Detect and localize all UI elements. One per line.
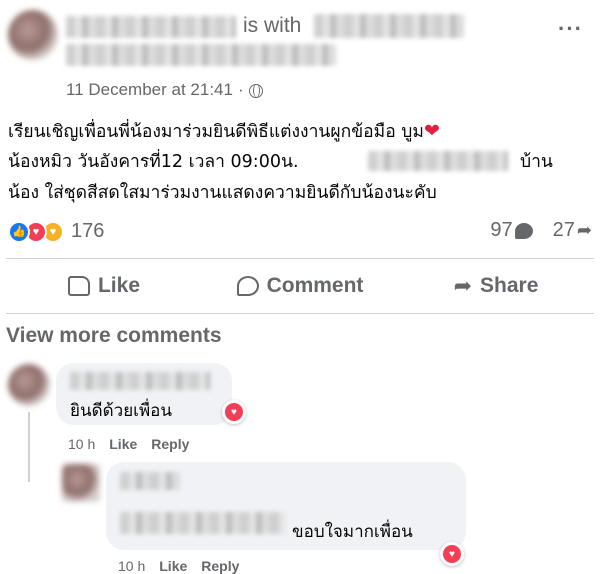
tagged-name-redacted-2[interactable] [66,44,336,66]
reaction-count: 176 [71,220,105,242]
comment-1-reply-link[interactable]: Reply [151,436,189,452]
share-button[interactable]: ➦ Share [398,263,594,309]
post-timestamp[interactable]: 11 December at 21:41 [66,80,233,100]
engagement-counts: 97 27 ➦ [490,219,592,242]
heart-emoji-icon: ❤ [423,120,440,142]
divider-bottom [6,313,594,314]
comment-2-like-link[interactable]: Like [159,558,187,574]
comment-1-time[interactable]: 10 h [68,436,95,452]
thumbs-up-icon [67,276,90,296]
is-with-label: is with [243,14,302,37]
comment-1-like-link[interactable]: Like [109,436,137,452]
share-button-label: Share [480,274,539,297]
comment-bubble-icon [514,222,533,239]
like-button[interactable]: Like [6,263,202,309]
commenter-2-avatar[interactable] [62,464,100,502]
reaction-summary[interactable]: 👍 ♥ ♥ 176 [8,220,104,243]
meta-separator: · [237,80,244,99]
post-line-3: น้อง ใส่ชุดสีสดใสมาร่วมงานแสดงความยินดีก… [8,183,437,203]
comment-button-label: Comment [266,274,364,297]
share-count[interactable]: 27 ➦ [553,219,592,242]
comment-icon [236,276,259,296]
like-reaction-icon: 👍 [8,220,30,243]
author-avatar[interactable] [8,10,58,60]
comment-count[interactable]: 97 [490,219,533,242]
comment-2-reply-link[interactable]: Reply [201,558,239,574]
comment-2-meta: 10 h Like Reply [118,558,239,574]
like-button-label: Like [97,274,141,297]
view-more-comments-link[interactable]: View more comments [6,324,222,348]
comment-1-text: ยินดีด้วยเพื่อน [70,401,173,421]
comment-2-time[interactable]: 10 h [118,558,145,574]
comment-1-reaction[interactable]: ♥ [222,400,246,424]
comment-button[interactable]: Comment [202,263,398,309]
post-actions: Like Comment ➦ Share [6,263,594,309]
location-redacted [368,151,508,171]
comment-2-text: ขอบใจมากเพื่อน [292,522,413,542]
commenter-1-avatar[interactable] [8,364,50,406]
comment-2-reaction[interactable]: ♥ [440,542,464,566]
post-meta: 11 December at 21:41 · [66,80,263,100]
comment-1-meta: 10 h Like Reply [68,436,189,452]
comment-2-text-redacted [120,512,285,534]
heart-reaction-icon: ♥ [225,403,243,421]
share-arrow-icon: ➦ [576,220,592,240]
share-icon: ➦ [453,273,473,298]
author-name-redacted[interactable] [66,16,236,38]
commenter-1-name-redacted[interactable] [70,372,210,390]
more-options-icon[interactable]: ··· [558,18,583,40]
heart-reaction-icon-2: ♥ [443,545,461,563]
tagged-name-redacted[interactable] [314,14,464,38]
post-line-1: เรียนเชิญเพื่อนพี่น้องมาร่วมยินดีพิธีแต่… [8,120,440,142]
public-globe-icon [248,84,263,98]
post-line-2: น้องหมิว วันอังคารที่12 เวลา 09:00น. [8,152,299,172]
commenter-2-name-redacted[interactable] [120,472,180,490]
reply-thread-line [28,412,30,482]
post-line-2b: บ้าน [520,152,553,172]
divider-top [6,258,594,259]
